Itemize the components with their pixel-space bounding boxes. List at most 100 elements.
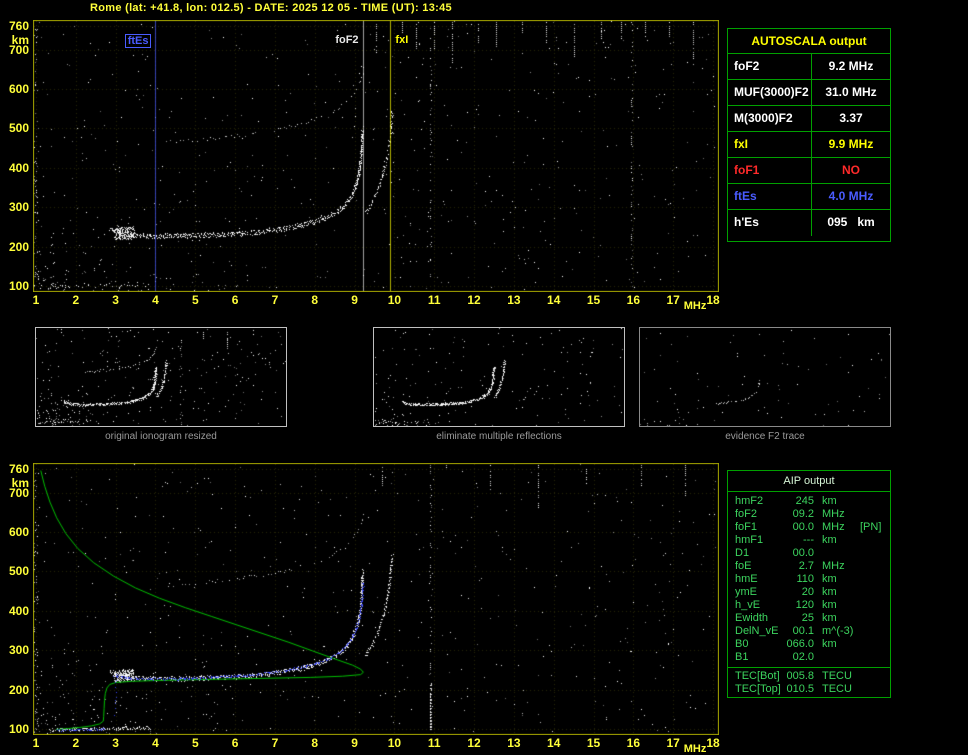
x-tick-label: 12	[467, 293, 481, 307]
aip-row-label: ymE	[735, 586, 757, 598]
y-tick-label: 200	[8, 239, 29, 254]
aip-row-unit: km	[822, 612, 837, 624]
autoscala-row-label: MUF(3000)F2	[728, 80, 812, 105]
aip-row-value: 066.0	[786, 638, 814, 650]
y-tick-label: 300	[8, 643, 29, 658]
aip-row-extra	[860, 495, 890, 508]
autoscala-row-label: h'Es	[728, 210, 812, 236]
x-tick-label: 9	[351, 736, 358, 750]
x-tick-label: 16	[626, 293, 641, 307]
x-tick-label: 1	[32, 293, 40, 307]
aip-row: Ewidth 25 km	[728, 612, 890, 625]
aip-row-value: 20	[801, 586, 814, 598]
aip-row-label: TEC[Top]	[735, 683, 781, 695]
aip-row: TEC[Bot] 005.8 TECU	[728, 670, 890, 683]
y-tick-label: 500	[8, 121, 29, 136]
aip-row-unit: MHz	[822, 560, 845, 572]
autoscala-row-label: foF2	[728, 54, 812, 79]
aip-row: hmE 110 km	[728, 573, 890, 586]
y-axis-unit: km	[11, 476, 29, 490]
aip-row-unit: TECU	[822, 670, 852, 682]
y-tick-label: 100	[8, 279, 29, 293]
autoscala-row-label: ftEs	[728, 184, 812, 209]
main-ionogram-canvas	[33, 20, 719, 292]
main-ionogram-plot	[33, 20, 719, 292]
autoscala-table-rows: foF2 9.2 MHz MUF(3000)F2 31.0 MHz M(3000)F2 3…	[728, 54, 890, 236]
thumbnail-f2-evidence	[639, 327, 891, 427]
aip-row-extra	[860, 599, 890, 612]
aip-row-extra	[860, 612, 890, 625]
y-tick-label: 400	[8, 603, 29, 618]
marker-label-fof2: foF2	[335, 34, 359, 46]
x-tick-label: 7	[271, 736, 279, 750]
y-axis-unit: km	[11, 33, 29, 47]
aip-row-value: 005.8	[786, 670, 814, 682]
aip-tec-rows: TEC[Bot] 005.8 TECU TEC[Top] 010.5 TECU	[728, 667, 890, 697]
marker-label-ftes: ftEs	[124, 34, 152, 48]
aip-row-extra	[860, 670, 890, 683]
aip-table-rows: hmF2 245 km foF2 09.2 MHz foF1 00.0 MHz [PN] hmF1 -…	[728, 492, 890, 664]
x-axis-unit: MHz	[683, 743, 707, 755]
x-tick-label: 14	[547, 293, 561, 307]
thumbnail-f2-canvas	[640, 328, 890, 426]
restored-ionogram-plot	[33, 463, 719, 735]
x-tick-label: 12	[467, 736, 481, 750]
autoscala-row: foF1 NO	[728, 158, 890, 184]
marker-label-fxi: fxI	[395, 34, 409, 46]
aip-output-table: AIP output hmF2 245 km foF2 09.2 MHz foF1 00.0 M…	[727, 470, 891, 698]
autoscala-row: foF2 9.2 MHz	[728, 54, 890, 80]
autoscala-row: h'Es 095 km	[728, 210, 890, 236]
y-tick-label: 760	[8, 462, 29, 476]
aip-row-value: 2.7	[798, 560, 814, 572]
aip-row: foF2 09.2 MHz	[728, 508, 890, 521]
aip-row-value: 010.5	[786, 683, 814, 695]
aip-row-unit	[814, 651, 860, 664]
aip-row: B1 02.0	[728, 651, 890, 664]
aip-row-unit: km	[822, 534, 837, 546]
aip-row-label: h_vE	[735, 599, 761, 611]
aip-row-unit: km	[822, 586, 837, 598]
x-tick-label: 3	[112, 293, 119, 307]
aip-row: hmF2 245 km	[728, 495, 890, 508]
aip-row-label: TEC[Bot]	[735, 670, 780, 682]
aip-row-value: 02.0	[792, 651, 814, 663]
aip-row-extra	[860, 560, 890, 573]
aip-row-unit: km	[822, 638, 837, 650]
x-tick-label: 10	[387, 736, 402, 750]
autoscala-app-window: Rome (lat: +41.8, lon: 012.5) - DATE: 20…	[0, 0, 968, 755]
x-tick-label: 5	[191, 293, 199, 307]
thumbnail-filtered-ionogram	[373, 327, 625, 427]
autoscala-row-label: fxI	[728, 132, 812, 157]
aip-row-extra	[860, 586, 890, 599]
aip-row: ymE 20 km	[728, 586, 890, 599]
aip-table-title: AIP output	[728, 471, 890, 492]
y-tick-label: 600	[8, 82, 29, 97]
x-tick-label: 6	[231, 736, 239, 750]
x-tick-label: 15	[586, 293, 601, 307]
aip-row: B0 066.0 km	[728, 638, 890, 651]
aip-row-extra	[860, 508, 890, 521]
aip-row-unit: MHz	[822, 508, 845, 520]
x-tick-label: 4	[152, 736, 159, 750]
x-tick-label: 10	[387, 293, 402, 307]
thumbnail-caption-filtered: eliminate multiple reflections	[436, 431, 562, 442]
aip-row-label: hmF2	[735, 495, 764, 507]
aip-row-unit: km	[822, 573, 837, 585]
autoscala-row-value: 9.9 MHz	[828, 137, 874, 151]
aip-row: foE 2.7 MHz	[728, 560, 890, 573]
aip-row-value: 245	[795, 495, 814, 507]
x-tick-label: 6	[231, 293, 239, 307]
y-tick-label: 600	[8, 525, 29, 540]
aip-row: foF1 00.0 MHz [PN]	[728, 521, 890, 534]
aip-row-label: DelN_vE	[735, 625, 779, 637]
aip-row: hmF1 --- km	[728, 534, 890, 547]
thumbnail-original-ionogram	[35, 327, 287, 427]
aip-row-unit: m^(-3)	[822, 625, 854, 637]
autoscala-table-title: AUTOSCALA output	[728, 29, 890, 54]
autoscala-row-value: NO	[842, 163, 860, 177]
autoscala-row-value: 31.0 MHz	[825, 85, 877, 99]
y-tick-label: 100	[8, 722, 29, 736]
x-tick-label: 14	[547, 736, 561, 750]
aip-row-extra	[860, 683, 890, 696]
autoscala-row-value: 095 km	[827, 215, 875, 229]
